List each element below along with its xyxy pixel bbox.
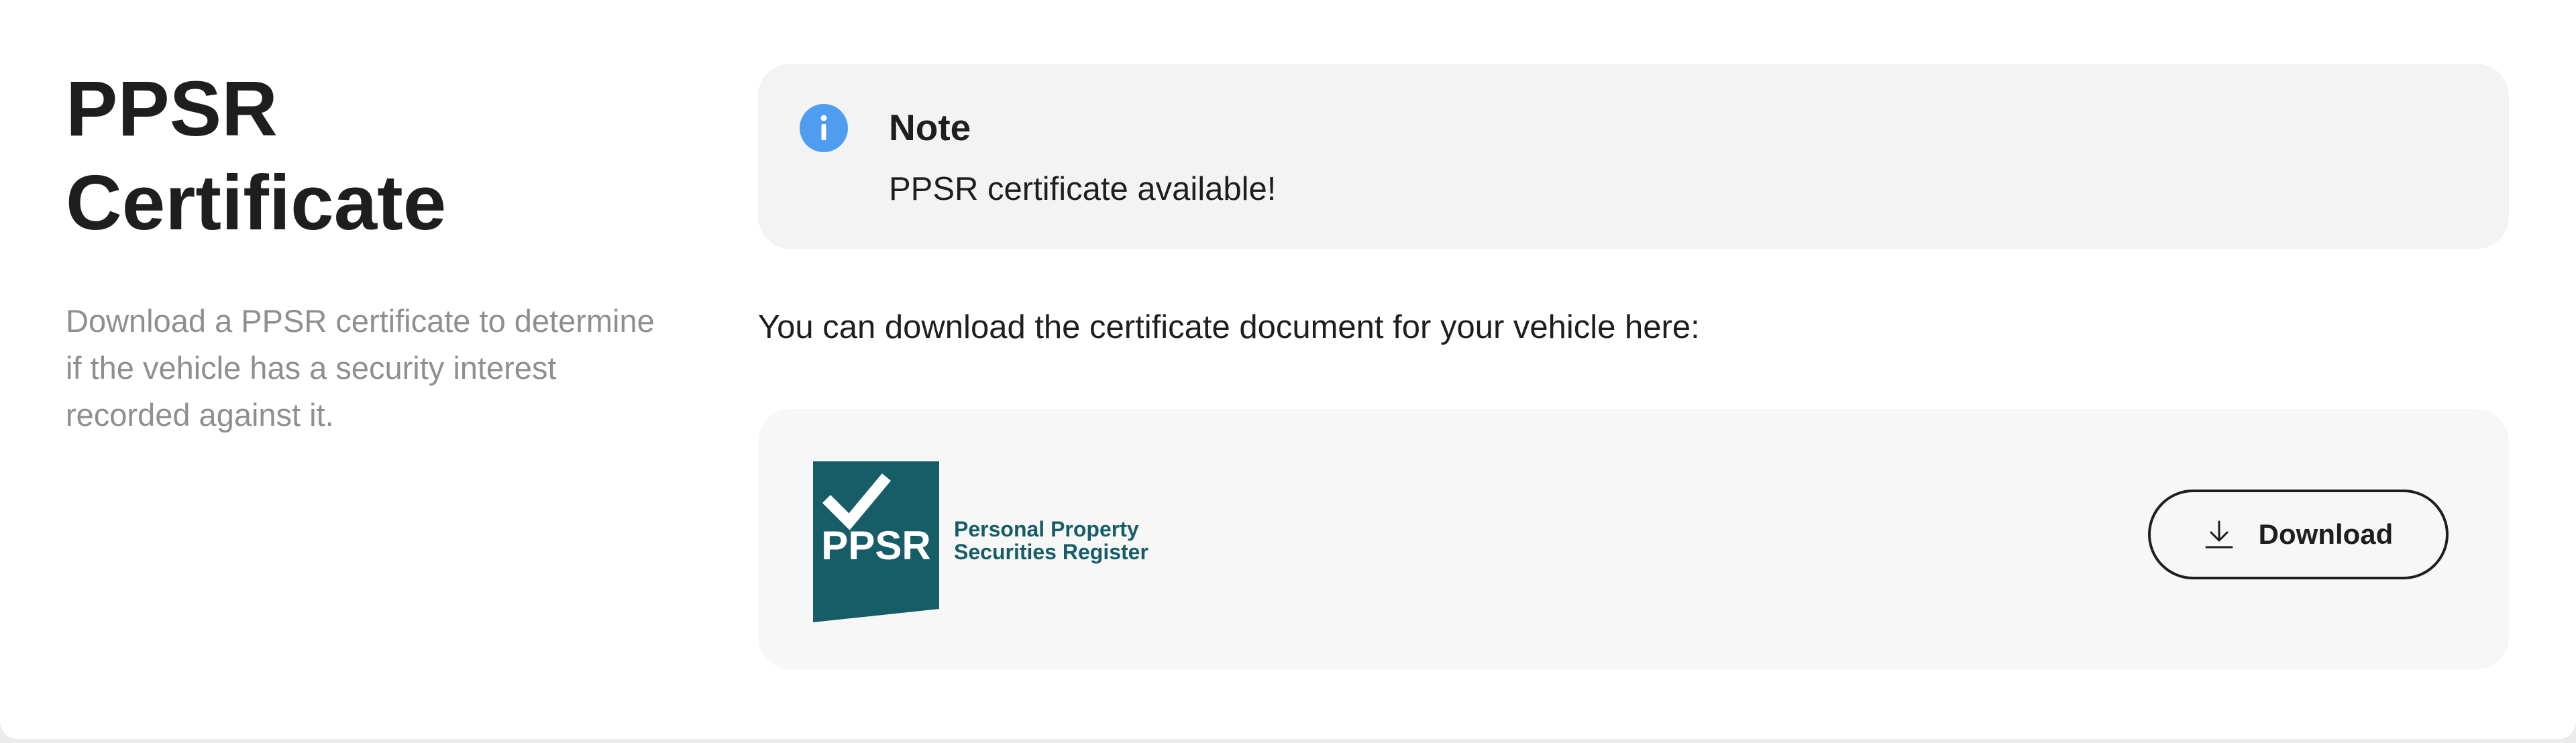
page-title-text: PPSR Certificate <box>66 65 447 246</box>
note-banner: Note PPSR certificate available! <box>758 64 2509 249</box>
section-intro: PPSR Certificate Download a PPSR certifi… <box>66 62 669 439</box>
info-icon <box>800 104 848 152</box>
ppsr-logo-line1: Personal Property <box>954 517 1139 541</box>
page-title: PPSR Certificate <box>66 62 669 249</box>
ppsr-logo: PPSR Personal Property Securities Regist… <box>813 461 1148 622</box>
note-message: PPSR certificate available! <box>889 171 1277 207</box>
section-description: Download a PPSR certificate to determine… <box>66 303 655 433</box>
download-instructions: You can download the certificate documen… <box>758 309 1700 345</box>
certificate-content: Note PPSR certificate available! You can… <box>758 64 2509 669</box>
download-button[interactable]: Download <box>2148 490 2449 579</box>
download-button-label: Download <box>2258 518 2394 550</box>
ppsr-certificate-card: PPSR Certificate Download a PPSR certifi… <box>0 0 2576 739</box>
ppsr-logo-mark-text: PPSR <box>821 523 930 568</box>
certificate-panel: PPSR Personal Property Securities Regist… <box>758 409 2509 669</box>
note-title: Note <box>889 107 971 148</box>
download-icon <box>2205 520 2233 549</box>
ppsr-logo-line2: Securities Register <box>954 540 1148 564</box>
